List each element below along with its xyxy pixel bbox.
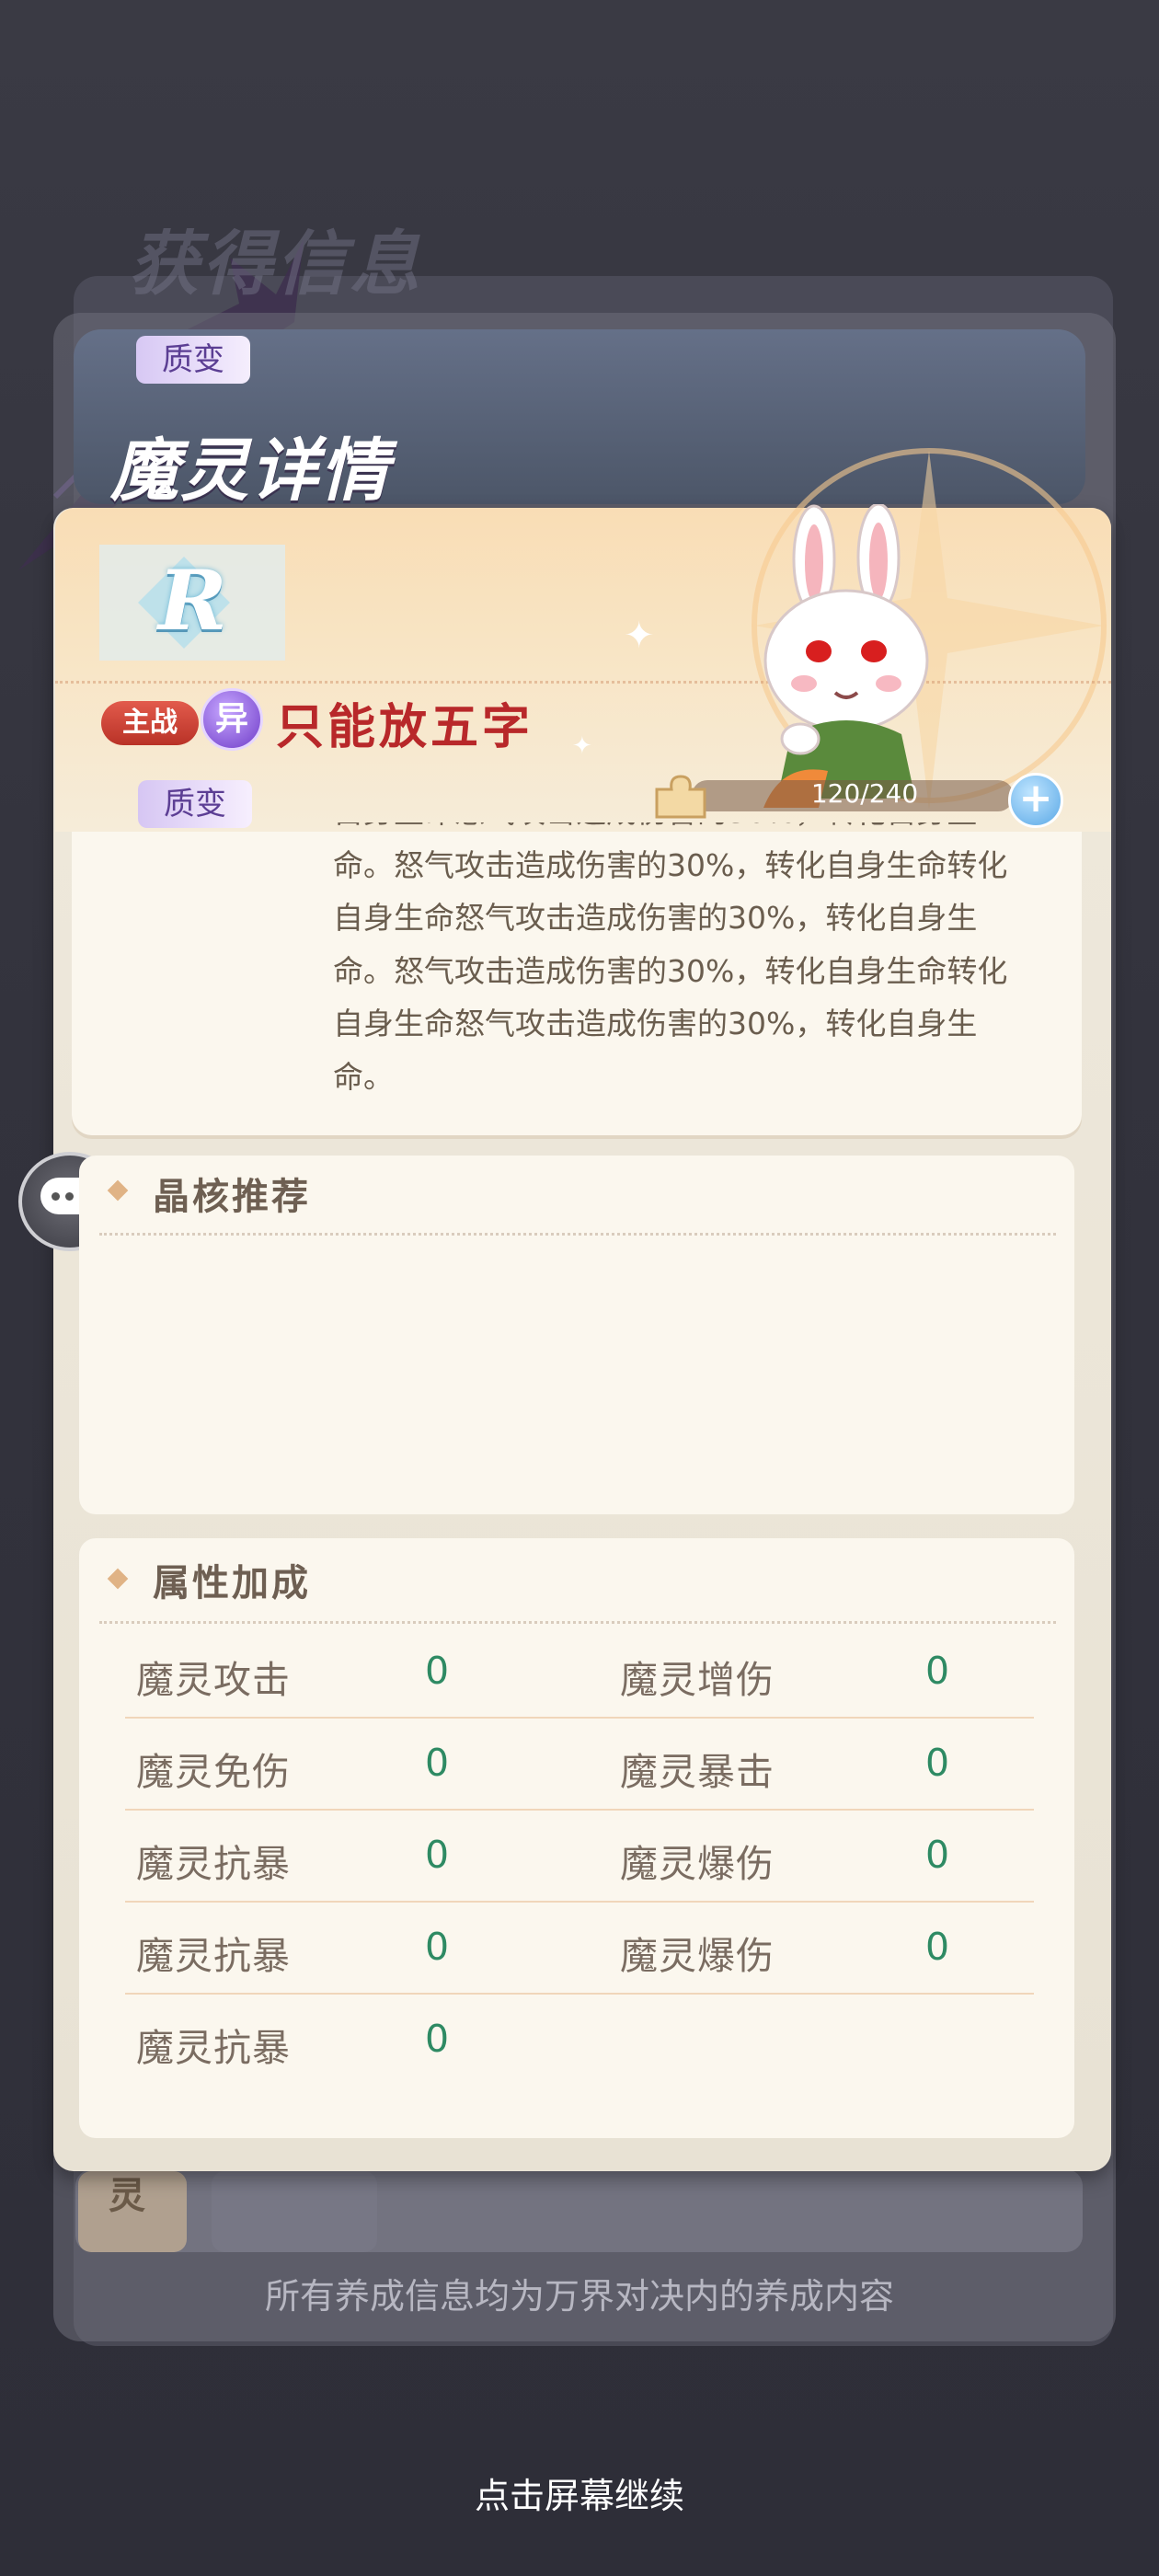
attr-value: 0	[925, 1649, 950, 1693]
section-divider	[99, 1621, 1056, 1624]
attr-value: 0	[925, 1741, 950, 1785]
attr-value: 0	[925, 1925, 950, 1969]
section-divider	[99, 1233, 1056, 1236]
attr-label: 魔灵攻击	[136, 1658, 291, 1702]
add-xp-button[interactable]: +	[1008, 773, 1063, 828]
row-divider	[125, 1993, 1034, 1995]
attr-label: 魔灵爆伤	[620, 1842, 775, 1886]
row-divider	[125, 1717, 1034, 1719]
pet-name: 只能放五字	[276, 700, 534, 755]
main-battle-badge: 主战	[101, 701, 199, 745]
attr-value: 0	[425, 1925, 450, 1969]
skill-description-text: 自身生命怒气攻击造成伤害的30%，转化自身生命。怒气攻击造成伤害的30%，转化自…	[333, 822, 1028, 1117]
quality-tag: 质变	[138, 780, 252, 828]
background-header-title: 魔灵详情	[110, 431, 390, 511]
core-recommend-title: 晶核推荐	[153, 1176, 311, 1218]
row-divider	[125, 1809, 1034, 1811]
tap-to-continue-hint[interactable]: 点击屏幕继续	[0, 2467, 1159, 2518]
skill-description: 自身生命怒气攻击造成伤害的30%，转化自身生命。怒气攻击造成伤害的30%，转化自…	[333, 822, 1008, 1095]
chat-dot	[65, 1192, 74, 1201]
background-title: 获得信息	[129, 223, 423, 305]
attr-value: 0	[425, 1649, 450, 1693]
puzzle-piece-icon	[655, 775, 706, 819]
attr-label: 魔灵抗暴	[136, 1934, 291, 1978]
type-badge-icon: 异	[201, 688, 263, 751]
attr-label: 魔灵暴击	[620, 1750, 775, 1794]
attr-label: 魔灵免伤	[136, 1750, 291, 1794]
attr-value: 0	[425, 2017, 450, 2061]
xp-value: 120/240	[810, 778, 919, 809]
footer-note: 所有养成信息均为万界对决内的养成内容	[264, 2276, 894, 2317]
row-divider	[125, 1901, 1034, 1903]
attr-value: 0	[925, 1833, 950, 1877]
background-bottom-label: 灵	[109, 2175, 145, 2217]
rarity-letter: R	[158, 552, 227, 650]
attr-label: 魔灵增伤	[620, 1658, 775, 1702]
sparkle-icon: ✦	[572, 732, 592, 760]
attr-label: 魔灵爆伤	[620, 1934, 775, 1978]
attr-label: 魔灵抗暴	[136, 1842, 291, 1886]
background-bottom-slot	[212, 2171, 377, 2252]
attr-value: 0	[425, 1833, 450, 1877]
sparkle-icon: ✦	[624, 615, 655, 657]
attr-value: 0	[425, 1741, 450, 1785]
background-quality-tag: 质变	[136, 336, 250, 384]
attributes-title: 属性加成	[153, 1562, 311, 1604]
attr-label: 魔灵抗暴	[136, 2026, 291, 2070]
rabbit-pet-portrait	[763, 504, 929, 808]
chat-dot	[52, 1192, 60, 1201]
